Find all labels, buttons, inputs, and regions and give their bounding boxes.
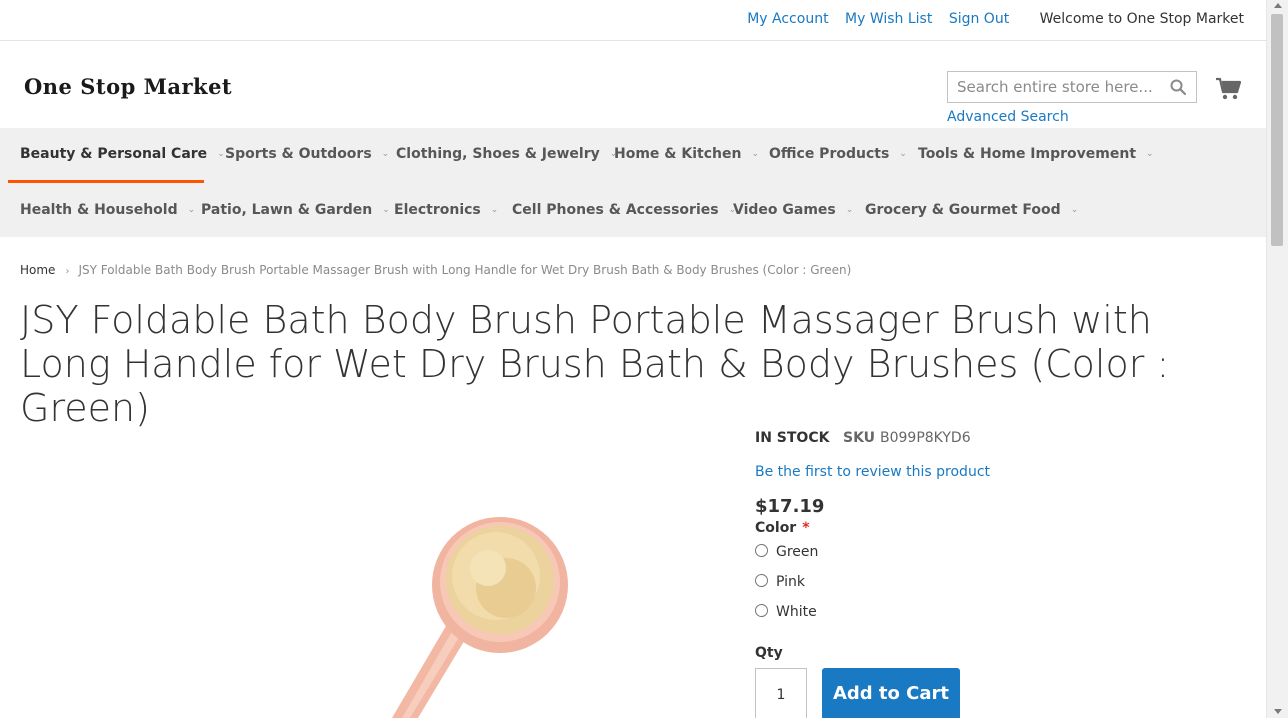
nav-item-video-games[interactable]: Video Games ⌄ xyxy=(733,202,853,218)
nav-item-health-household[interactable]: Health & Household ⌄ xyxy=(20,202,195,218)
advanced-search-link[interactable]: Advanced Search xyxy=(947,109,1069,125)
sign-out-link[interactable]: Sign Out xyxy=(949,11,1009,27)
nav-item-tools-home-improvement[interactable]: Tools & Home Improvement ⌄ xyxy=(918,146,1154,162)
scroll-down-arrow-icon[interactable] xyxy=(1274,709,1282,714)
color-label: Color * xyxy=(755,520,810,536)
color-option-label: White xyxy=(776,604,817,620)
nav-item-label: Clothing, Shoes & Jewelry xyxy=(396,146,600,162)
nav-item-label: Video Games xyxy=(733,202,836,218)
nav-item-electronics[interactable]: Electronics ⌄ xyxy=(394,202,498,218)
chevron-down-icon: ⌄ xyxy=(899,149,907,159)
my-account-link[interactable]: My Account xyxy=(747,11,828,27)
product-image[interactable] xyxy=(300,510,620,718)
store-logo[interactable]: One Stop Market xyxy=(24,74,232,99)
qty-label: Qty xyxy=(755,645,783,661)
chevron-down-icon: ⌄ xyxy=(382,205,390,215)
color-option-pink[interactable]: Pink xyxy=(755,574,805,590)
search-box xyxy=(947,71,1197,103)
color-option-label: Pink xyxy=(776,574,806,590)
chevron-down-icon: ⌄ xyxy=(187,205,196,215)
page: My Account My Wish List Sign Out Welcome… xyxy=(0,0,1266,718)
nav-item-label: Patio, Lawn & Garden xyxy=(201,202,373,218)
nav-item-patio-lawn-garden[interactable]: Patio, Lawn & Garden ⌄ xyxy=(201,202,390,218)
sku-label: SKU xyxy=(843,430,876,446)
chevron-down-icon: ⌄ xyxy=(490,205,499,215)
color-option-white[interactable]: White xyxy=(755,604,817,620)
chevron-down-icon: ⌄ xyxy=(1146,149,1154,159)
chevron-down-icon: ⌄ xyxy=(381,149,390,159)
scrollbar-thumb[interactable] xyxy=(1271,14,1283,246)
my-wish-list-link[interactable]: My Wish List xyxy=(845,11,932,27)
breadcrumb-home-link[interactable]: Home xyxy=(20,263,55,277)
color-option-label: Green xyxy=(776,544,819,560)
nav-item-label: Electronics xyxy=(394,202,481,218)
radio-button[interactable] xyxy=(755,574,768,587)
radio-button[interactable] xyxy=(755,604,768,617)
review-link[interactable]: Be the first to review this product xyxy=(755,464,990,480)
top-header-bar: My Account My Wish List Sign Out Welcome… xyxy=(0,0,1266,41)
sku-value: B099P8KYD6 xyxy=(880,430,971,446)
nav-item-label: Grocery & Gourmet Food xyxy=(865,202,1061,218)
nav-item-grocery-gourmet-food[interactable]: Grocery & Gourmet Food ⌄ xyxy=(865,202,1078,218)
welcome-message: Welcome to One Stop Market xyxy=(1039,11,1244,27)
required-asterisk: * xyxy=(802,520,810,536)
nav-item-home-kitchen[interactable]: Home & Kitchen ⌄ xyxy=(614,146,759,162)
breadcrumb: Home › JSY Foldable Bath Body Brush Portab… xyxy=(20,263,851,277)
radio-button[interactable] xyxy=(755,544,768,557)
nav-item-label: Sports & Outdoors xyxy=(225,146,372,162)
chevron-right-icon: › xyxy=(65,266,70,277)
nav-item-label: Cell Phones & Accessories xyxy=(512,202,719,218)
nav-item-label: Tools & Home Improvement xyxy=(918,146,1137,162)
nav-item-clothing-shoes-jewelry[interactable]: Clothing, Shoes & Jewelry ⌄ xyxy=(396,146,617,162)
page-scrollbar[interactable] xyxy=(1266,0,1288,718)
chevron-down-icon: ⌄ xyxy=(751,149,759,159)
color-option-green[interactable]: Green xyxy=(755,544,818,560)
nav-item-label: Health & Household xyxy=(20,202,178,218)
qty-input[interactable]: 1 xyxy=(755,668,807,718)
nav-item-label: Beauty & Personal Care xyxy=(20,146,208,162)
nav-item-label: Office Products xyxy=(769,146,890,162)
active-nav-underline xyxy=(8,180,204,183)
nav-item-beauty-personal-care[interactable]: Beauty & Personal Care ⌄ xyxy=(20,146,225,162)
breadcrumb-current: JSY Foldable Bath Body Brush Portable Ma… xyxy=(78,263,852,277)
color-label-text: Color xyxy=(755,520,797,536)
nav-item-label: Home & Kitchen xyxy=(614,146,742,162)
product-title: JSY Foldable Bath Body Brush Portable Ma… xyxy=(20,298,1170,430)
nav-item-sports-outdoors[interactable]: Sports & Outdoors ⌄ xyxy=(225,146,389,162)
shopping-cart-icon[interactable] xyxy=(1214,74,1242,102)
chevron-down-icon: ⌄ xyxy=(1070,205,1079,215)
add-to-cart-button[interactable]: Add to Cart xyxy=(822,668,960,718)
chevron-down-icon: ⌄ xyxy=(845,205,854,215)
stock-status: IN STOCK xyxy=(755,430,830,446)
nav-item-cell-phones-accessories[interactable]: Cell Phones & Accessories ⌄ xyxy=(512,202,736,218)
scroll-up-arrow-icon[interactable] xyxy=(1274,3,1282,8)
header-links: My Account My Wish List Sign Out Welcome… xyxy=(735,11,1244,27)
chevron-down-icon: ⌄ xyxy=(217,149,225,159)
nav-item-office-products[interactable]: Office Products ⌄ xyxy=(769,146,907,162)
search-icon[interactable] xyxy=(1170,79,1186,95)
search-input[interactable] xyxy=(948,72,1163,102)
product-price: $17.19 xyxy=(755,496,825,517)
